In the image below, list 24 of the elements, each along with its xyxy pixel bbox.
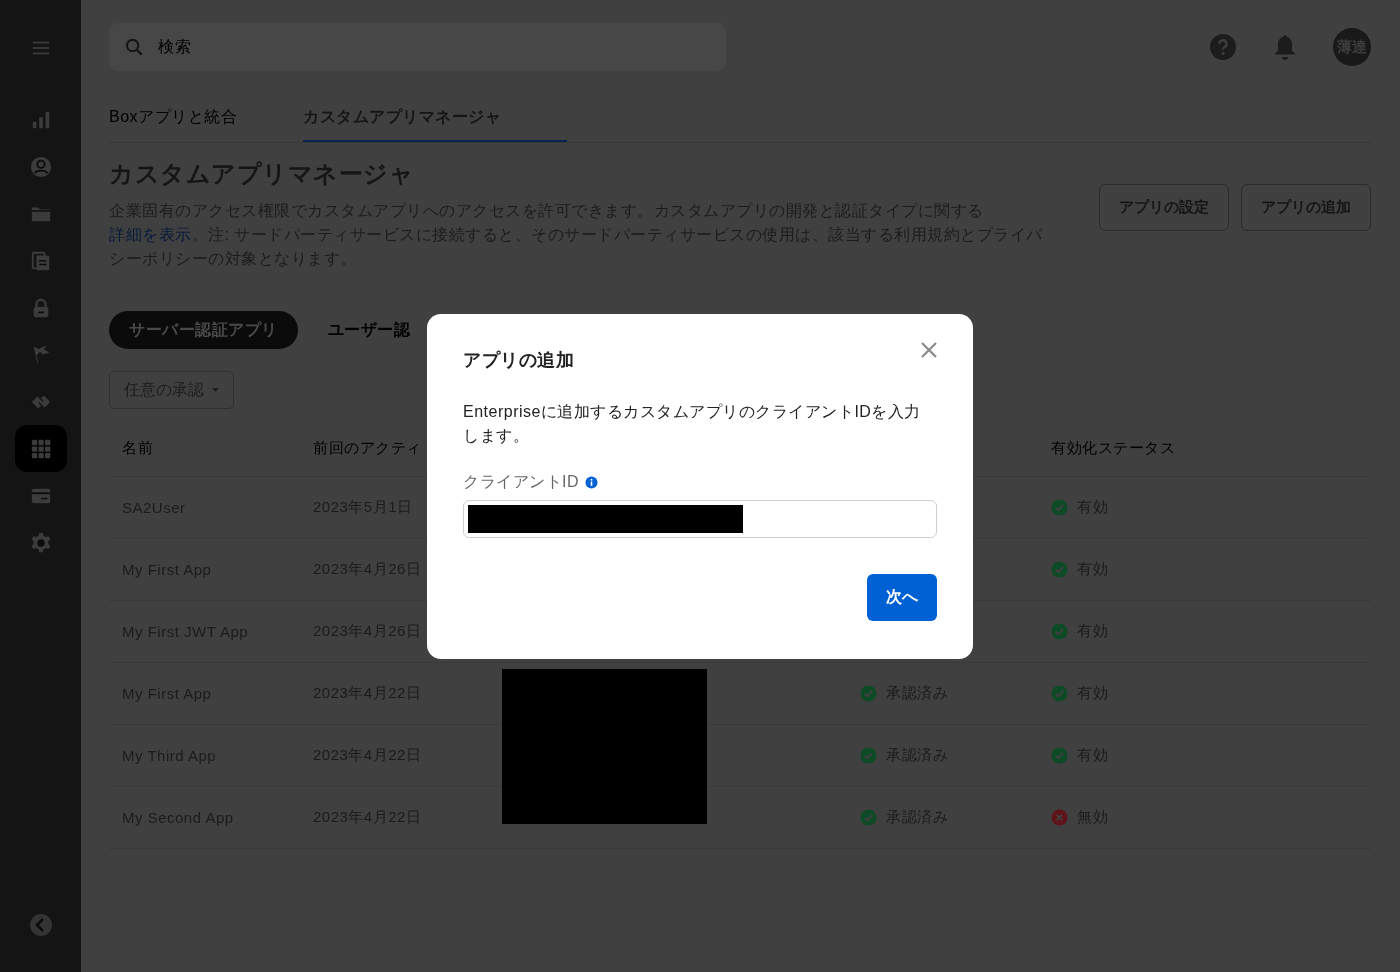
next-button[interactable]: 次へ [867, 574, 937, 621]
column-header: 有効化ステータス [1051, 439, 1175, 458]
documents-icon [29, 249, 52, 272]
column-header: 前回のアクティ [313, 439, 422, 458]
close-icon[interactable] [921, 342, 937, 358]
user-icon [29, 155, 52, 178]
app-type-tab[interactable]: サーバー認証アプリ [109, 311, 298, 349]
sidebar-item[interactable] [14, 425, 67, 472]
search-icon [125, 38, 144, 57]
details-link[interactable]: 詳細を表示 [109, 226, 192, 243]
client-id-field[interactable] [463, 500, 937, 538]
app-type-tab[interactable]: ユーザー認 [327, 311, 410, 349]
gear-icon [29, 531, 52, 554]
tab[interactable]: Boxアプリと統合 [109, 101, 238, 142]
info-icon[interactable] [585, 476, 598, 489]
column-header: 名前 [122, 439, 153, 458]
search-field[interactable]: 検索 [109, 23, 726, 71]
dialog-title: アプリの追加 [463, 349, 574, 372]
chevron-left-icon[interactable] [28, 912, 53, 937]
field-label: クライアントID [463, 472, 579, 492]
app-grid-icon [29, 437, 52, 460]
dialog-message: Enterpriseに追加するカスタムアプリのクライアントIDを入力します。 [463, 402, 922, 446]
caret-icon [212, 387, 219, 393]
help-icon[interactable] [1209, 33, 1237, 61]
